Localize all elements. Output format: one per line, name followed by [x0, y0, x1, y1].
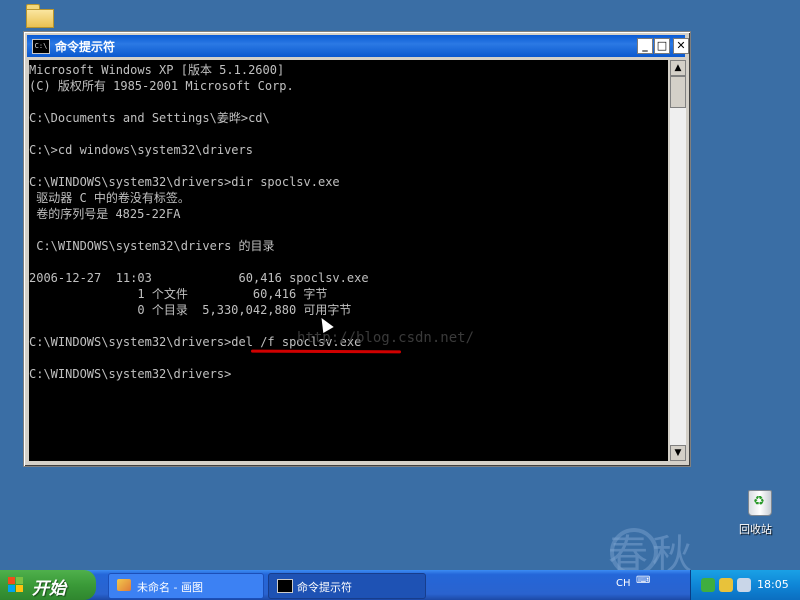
- paint-icon: [117, 579, 131, 591]
- taskbar: 开始 未命名 - 画图 命令提示符 CH ⌨ 18:05: [0, 570, 800, 600]
- maximize-button[interactable]: □: [654, 38, 670, 54]
- start-button[interactable]: 开始: [0, 570, 96, 600]
- red-underline-annotation: [250, 349, 402, 354]
- console-line: 2006-12-27 11:03 60,416 spoclsv.exe: [29, 271, 369, 285]
- cmd-icon: [277, 579, 293, 593]
- windows-logo-icon: [8, 577, 24, 593]
- folder-icon[interactable]: [24, 2, 54, 28]
- console-line: C:\>cd windows\system32\drivers: [29, 143, 253, 157]
- scroll-down-button[interactable]: ▼: [670, 445, 686, 461]
- close-button[interactable]: ✕: [673, 38, 689, 54]
- console-line: Microsoft Windows XP [版本 5.1.2600]: [29, 63, 285, 77]
- scroll-thumb[interactable]: [670, 76, 686, 108]
- system-tray: 18:05: [690, 570, 800, 600]
- taskbar-item-label: 未命名 - 画图: [137, 581, 203, 594]
- clock[interactable]: 18:05: [757, 578, 789, 591]
- language-indicator[interactable]: CH: [616, 578, 631, 589]
- taskbar-item-label: 命令提示符: [297, 581, 352, 594]
- console-line: 驱动器 C 中的卷没有标签。: [29, 191, 190, 205]
- cmd-window[interactable]: C:\ 命令提示符 _ □ ✕ Microsoft Windows XP [版本…: [23, 31, 691, 467]
- recycle-bin-icon[interactable]: ♻: [742, 486, 778, 516]
- minimize-button[interactable]: _: [637, 38, 653, 54]
- scroll-up-button[interactable]: ▲: [670, 60, 686, 76]
- vertical-scrollbar[interactable]: ▲ ▼: [670, 60, 686, 461]
- console-line: C:\WINDOWS\system32\drivers 的目录: [29, 239, 275, 253]
- console-line: 1 个文件 60,416 字节: [29, 287, 328, 301]
- console-line: C:\WINDOWS\system32\drivers>dir spoclsv.…: [29, 175, 340, 189]
- volume-icon[interactable]: [737, 578, 751, 592]
- security-shield-icon[interactable]: [719, 578, 733, 592]
- taskbar-item-cmd[interactable]: 命令提示符: [268, 573, 426, 599]
- console-line: C:\Documents and Settings\姜晔>cd\: [29, 111, 270, 125]
- network-icon[interactable]: [701, 578, 715, 592]
- console-line: C:\WINDOWS\system32\drivers>: [29, 367, 232, 381]
- console-line: 卷的序列号是 4825-22FA: [29, 207, 181, 221]
- window-titlebar[interactable]: C:\ 命令提示符 _ □ ✕: [27, 35, 689, 57]
- window-title: 命令提示符: [55, 40, 116, 54]
- taskbar-item-paint[interactable]: 未命名 - 画图: [108, 573, 264, 599]
- recycle-bin-label[interactable]: 回收站: [739, 521, 772, 537]
- start-label: 开始: [32, 579, 66, 599]
- console-line: (C) 版权所有 1985-2001 Microsoft Corp.: [29, 79, 294, 93]
- input-method-icon[interactable]: ⌨: [636, 575, 650, 589]
- console-output[interactable]: Microsoft Windows XP [版本 5.1.2600] (C) 版…: [29, 60, 668, 461]
- console-line: 0 个目录 5,330,042,880 可用字节: [29, 303, 352, 317]
- cmd-icon: C:\: [32, 39, 50, 54]
